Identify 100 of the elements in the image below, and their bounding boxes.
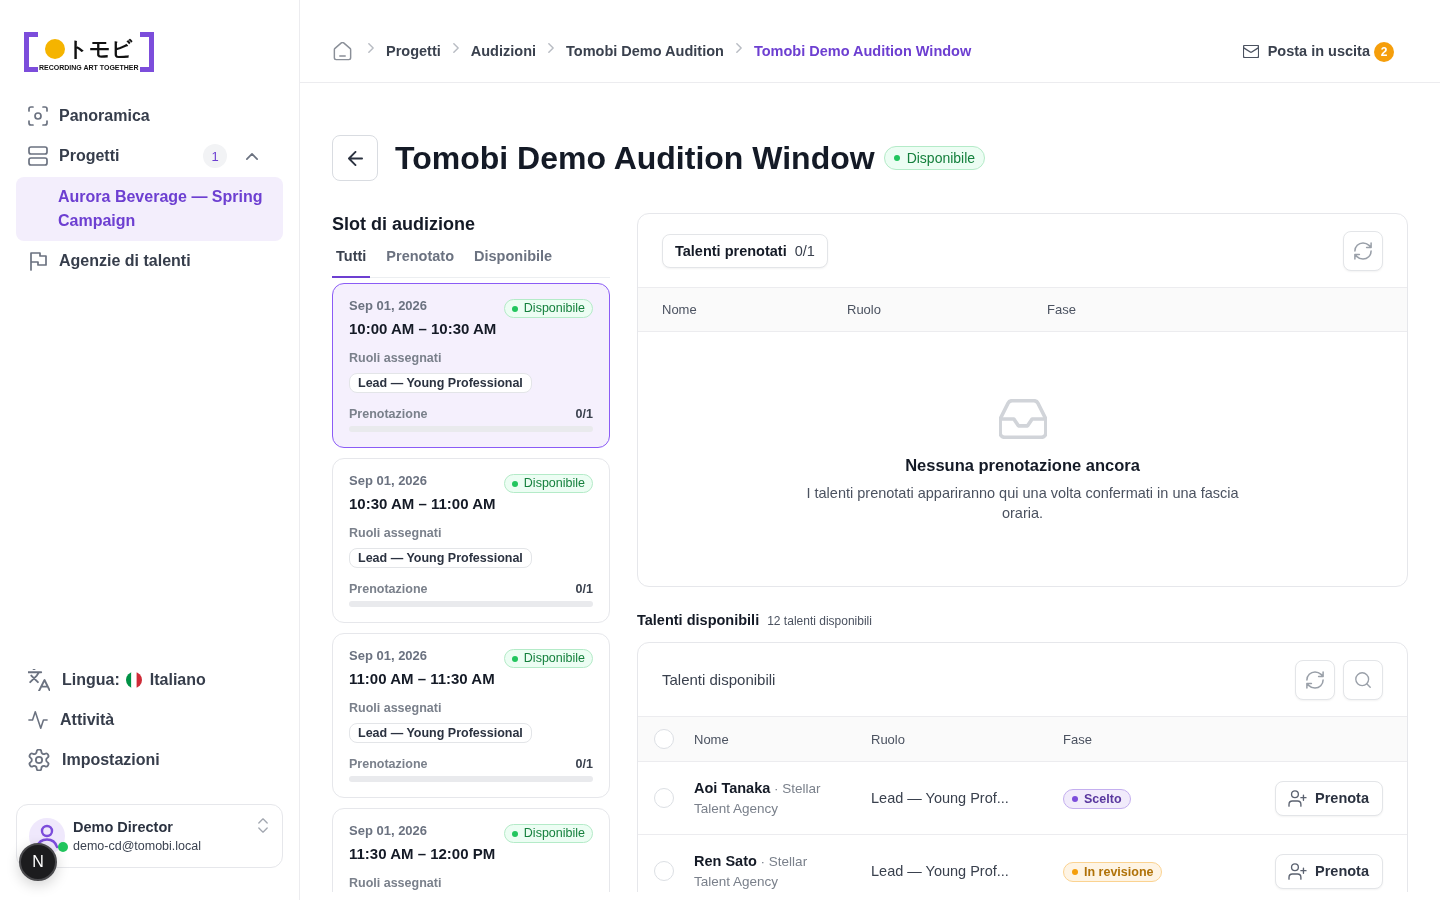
booking-label: Prenotazione	[349, 756, 428, 772]
slot-date: Sep 01, 2026	[349, 822, 428, 840]
slot-card[interactable]: Sep 01, 2026 Disponibile 11:00 AM – 11:30 AM Ruoli assegnati Lead — Young Professional Prenotazione 0/1	[332, 633, 610, 798]
filter-tab[interactable]: Disponibile	[470, 244, 557, 278]
phase-label: Scelto	[1084, 790, 1122, 807]
booking-count: 0/1	[575, 756, 593, 772]
breadcrumb-link[interactable]: Progetti	[386, 43, 441, 59]
slot-time: 10:00 AM – 10:30 AM	[349, 319, 498, 339]
user-plus-icon	[1288, 789, 1307, 807]
page-title: Tomobi Demo Audition Window	[395, 139, 875, 178]
empty-state-title: Nessuna prenotazione ancora	[905, 455, 1140, 476]
count-badge: 1	[203, 144, 227, 168]
outbox-button[interactable]: Posta in uscita 2	[1242, 40, 1394, 62]
column-header: Fase	[1063, 731, 1093, 747]
refresh-icon	[1354, 241, 1372, 260]
role-cell-text: Lead — Young Prof...	[871, 863, 1010, 879]
arrow-left-icon	[347, 150, 363, 166]
slot-time: 10:30 AM – 11:00 AM	[349, 494, 497, 514]
flag-icon	[28, 251, 48, 271]
panel-title: Talenti disponibili	[662, 671, 776, 688]
status-dot-icon	[511, 830, 518, 837]
chevron-right-icon	[735, 43, 742, 53]
filter-tab[interactable]: Tutti	[332, 244, 371, 278]
book-button[interactable]: Prenota	[1275, 780, 1383, 816]
count-badge: 2	[1374, 42, 1394, 62]
status-dot-icon	[511, 480, 518, 487]
slot-date: Sep 01, 2026	[349, 647, 428, 665]
mail-icon	[1242, 44, 1259, 58]
phase-label: In revisione	[1084, 863, 1154, 880]
breadcrumb-link[interactable]: Tomobi Demo Audition	[566, 43, 724, 59]
nav-item[interactable]: Lingua: Italiano	[16, 660, 283, 700]
chevron-right-icon	[548, 43, 555, 53]
home-icon[interactable]	[333, 41, 352, 61]
refresh-button[interactable]	[1343, 230, 1383, 271]
slot-card[interactable]: Sep 01, 2026 Disponibile 10:00 AM – 10:30 AM Ruoli assegnati Lead — Young Professional Prenotazione 0/1	[332, 283, 610, 448]
nav-item[interactable]: Attività	[16, 700, 283, 740]
inbox-icon	[998, 399, 1047, 439]
bracket-icon	[24, 32, 38, 72]
bracket-icon	[139, 32, 154, 72]
checkbox[interactable]	[654, 861, 674, 881]
back-button[interactable]	[332, 135, 378, 181]
booking-label: Prenotazione	[349, 581, 428, 597]
talent-count: 12 talenti disponibili	[767, 613, 872, 630]
slot-time: 11:00 AM – 11:30 AM	[349, 669, 496, 689]
dot-icon	[44, 38, 65, 59]
filter-tab[interactable]: Prenotato	[382, 244, 458, 278]
status-dot-icon	[511, 655, 518, 662]
settings-icon	[28, 749, 50, 771]
dev-indicator-button[interactable]: N	[19, 843, 57, 881]
breadcrumb-link[interactable]: Tomobi Demo Audition Window	[753, 43, 972, 59]
role-tag: Lead — Young Professional	[349, 548, 532, 568]
checkbox[interactable]	[654, 788, 674, 808]
column-header: Ruolo	[871, 731, 906, 747]
pulse-icon	[28, 710, 48, 730]
status-label: Disponibile	[523, 301, 585, 316]
roles-label: Ruoli assegnati	[349, 350, 443, 366]
roles-label: Ruoli assegnati	[349, 525, 443, 541]
focus-icon	[28, 106, 48, 126]
status-dot-icon	[893, 155, 900, 161]
status-label: Disponibile	[523, 651, 585, 666]
column-header: Fase	[1047, 302, 1077, 317]
nav-item[interactable]: Impostazioni	[16, 740, 283, 780]
translate-icon	[28, 669, 50, 691]
logo-text: トモビ	[66, 35, 133, 62]
breadcrumb-link[interactable]: Audizioni	[470, 43, 537, 59]
slot-date: Sep 01, 2026	[349, 472, 428, 490]
refresh-button[interactable]	[1295, 659, 1335, 700]
slot-card[interactable]: Sep 01, 2026 Disponibile 11:30 AM – 12:00 PM Ruoli assegnati	[332, 808, 610, 892]
slot-card[interactable]: Sep 01, 2026 Disponibile 10:30 AM – 11:00 AM Ruoli assegnati Lead — Young Professional Prenotazione 0/1	[332, 458, 610, 623]
chevron-icon[interactable]	[246, 152, 258, 160]
slot-date: Sep 01, 2026	[349, 297, 428, 315]
roles-label: Ruoli assegnati	[349, 875, 443, 891]
nav-item[interactable]: Progetti 1	[16, 136, 283, 176]
book-button[interactable]: Prenota	[1275, 853, 1383, 889]
role-cell-text: Lead — Young Prof...	[871, 790, 1010, 806]
slot-time: 11:30 AM – 12:00 PM	[349, 844, 497, 864]
status-label: Disponibile	[906, 149, 976, 168]
status-dot-icon	[511, 305, 518, 312]
status-label: Disponibile	[523, 826, 585, 841]
booking-label: Prenotazione	[349, 406, 428, 422]
booking-count: 0/1	[575, 406, 593, 422]
chevron-right-icon	[452, 43, 459, 53]
booking-count: 0/1	[575, 581, 593, 597]
sub-nav-item[interactable]: Aurora Beverage — Spring Campaign	[16, 177, 283, 241]
column-header: Nome	[694, 731, 730, 747]
user-email: demo-cd@tomobi.local	[73, 838, 203, 854]
column-header: Ruolo	[847, 302, 882, 317]
empty-state-text: I talenti prenotati appariranno qui una volta confermati in una fascia oraria.	[805, 484, 1240, 523]
nav-item[interactable]: Agenzie di talenti	[16, 241, 283, 281]
booked-talents-button[interactable]: Talenti prenotati 0/1	[662, 233, 828, 268]
talent-name: Aoi Tanaka · Stellar Talent Agency	[694, 778, 822, 818]
chevron-updown-icon	[258, 818, 268, 833]
search-button[interactable]	[1343, 659, 1383, 700]
nav-item[interactable]: Panoramica	[16, 96, 283, 136]
user-plus-icon	[1288, 862, 1307, 880]
checkbox[interactable]	[654, 729, 674, 749]
search-icon	[1355, 671, 1371, 688]
roles-label: Ruoli assegnati	[349, 700, 443, 716]
role-tag: Lead — Young Professional	[349, 373, 532, 393]
section-heading: Slot di audizione	[332, 213, 476, 235]
